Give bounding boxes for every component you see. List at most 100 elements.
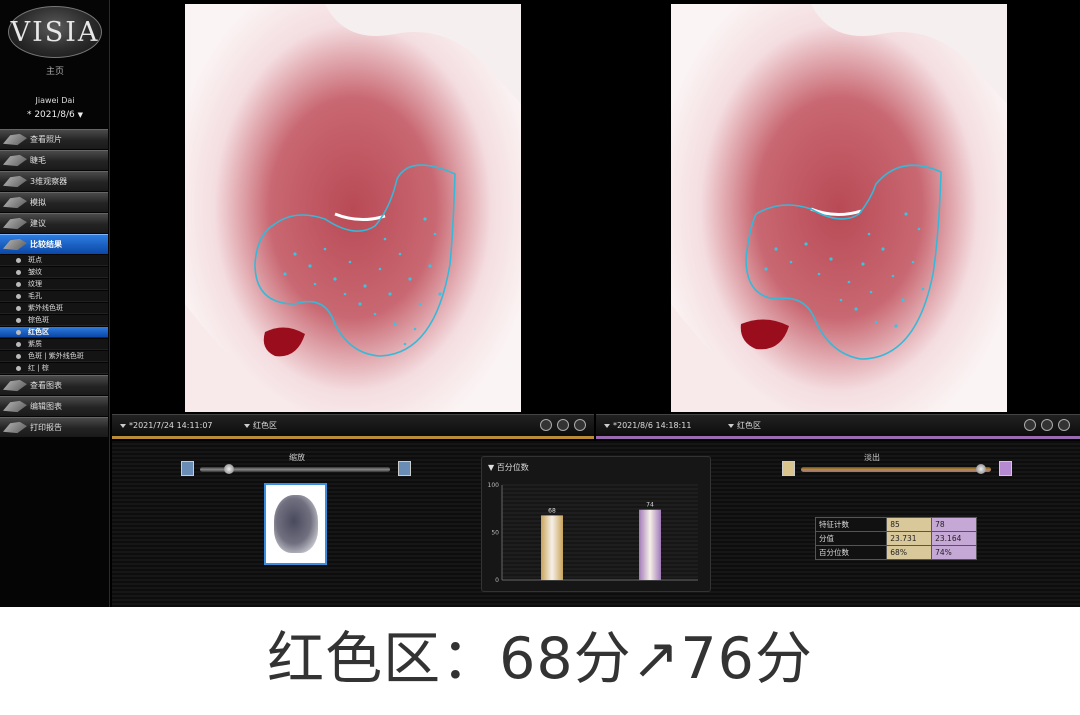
capture-date-select[interactable]: *2021/8/6 14:18:11	[604, 421, 728, 430]
sub-label: 紫外线色斑	[28, 304, 63, 312]
capture-date-select[interactable]: *2021/7/24 14:11:07	[120, 421, 244, 430]
fade-slider[interactable]	[801, 467, 991, 472]
stat-label: 百分位数	[814, 545, 888, 560]
dropdown-arrow-icon	[728, 423, 734, 428]
session-date-select[interactable]: * 2021/8/6 ▼	[0, 110, 110, 120]
visia-logo[interactable]: VISIA	[8, 6, 102, 58]
red-areas-overlay	[185, 4, 521, 412]
nav-label: 建议	[30, 219, 46, 228]
fade-slider-thumb[interactable]	[976, 464, 986, 474]
nav-3d-viewer[interactable]: 3维观察器	[0, 171, 108, 191]
stat-label: 特征计数	[814, 517, 888, 532]
nav-compare-results[interactable]: 比较结果	[0, 234, 108, 254]
view-mode-label: 红色区	[737, 421, 761, 430]
face-image-before[interactable]	[185, 4, 521, 412]
close-icon[interactable]	[1041, 419, 1053, 431]
zoom-in-icon[interactable]	[398, 461, 411, 476]
stat-value-after: 78	[931, 517, 977, 532]
view-mode-select[interactable]: 红色区	[728, 420, 761, 431]
user-name: Jiawei Dai	[35, 96, 75, 105]
nav-label: 3维观察器	[30, 177, 68, 186]
nav-simulation[interactable]: 模拟	[0, 192, 108, 212]
face-thumbnail[interactable]	[264, 483, 327, 565]
toggle-icon[interactable]	[1024, 419, 1036, 431]
stat-label: 分值	[814, 531, 888, 546]
sub-label: 皱纹	[28, 268, 42, 276]
nav-label: 比较结果	[30, 240, 62, 249]
caption: 红色区：68分↗76分	[267, 626, 813, 692]
before-swatch-icon[interactable]	[782, 461, 795, 476]
bullet-icon	[16, 257, 21, 263]
red-areas-overlay	[671, 4, 1007, 412]
bullet-icon	[16, 353, 21, 359]
detected-red-spots	[283, 217, 442, 346]
sub-label: 紫质	[28, 340, 42, 348]
compare-icon	[3, 238, 27, 251]
sub-item-red-areas[interactable]: 红色区	[0, 327, 108, 338]
y-tick-label: 100	[488, 482, 500, 489]
dropdown-arrow-icon	[120, 423, 126, 428]
sub-label: 红色区	[28, 328, 49, 336]
y-tick-label: 50	[491, 530, 499, 537]
visia-window: VISIA 主页 Jiawei Dai * 2021/8/6 ▼ 查看照片 睫毛…	[0, 0, 1080, 607]
chart-icon	[3, 379, 27, 392]
sub-item-wrinkles[interactable]: 皱纹	[0, 267, 108, 278]
close-icon[interactable]	[557, 419, 569, 431]
nav-edit-charts[interactable]: 编辑图表	[0, 396, 108, 416]
sub-label: 纹理	[28, 280, 42, 288]
zoom-slider-thumb[interactable]	[224, 464, 234, 474]
nav-label: 打印报告	[30, 423, 62, 432]
nav-advice[interactable]: 建议	[0, 213, 108, 233]
settings-icon[interactable]	[1058, 419, 1070, 431]
3d-viewer-icon	[3, 175, 27, 188]
face-thumbnail-image	[273, 495, 318, 553]
stat-value-before: 23.731	[886, 531, 933, 546]
y-tick-label: 0	[495, 577, 499, 584]
photo-icon	[3, 133, 27, 146]
sub-item-spots[interactable]: 斑点	[0, 255, 108, 266]
stats-table: 特征计数 85 78 分值 23.731 23.164 百分位数 68% 74%	[814, 517, 977, 560]
nav-label: 模拟	[30, 198, 46, 207]
nav-print-report[interactable]: 打印报告	[0, 417, 108, 437]
stat-value-before: 68%	[886, 545, 933, 560]
bar-value-label: 68	[548, 507, 556, 514]
photo-panel-left: *2021/7/24 14:11:07 红色区	[112, 0, 594, 440]
sub-item-red-brown[interactable]: 红 | 棕	[0, 363, 108, 374]
logo-text: VISIA	[10, 16, 100, 48]
after-swatch-icon[interactable]	[999, 461, 1012, 476]
sub-item-uv-spots[interactable]: 紫外线色斑	[0, 303, 108, 314]
table-row: 特征计数 85 78	[814, 517, 977, 532]
nav-eyelash[interactable]: 睫毛	[0, 150, 108, 170]
bullet-icon	[16, 317, 21, 323]
percentile-chart: ▼ 百分位数 0 50 100 68 74	[481, 456, 711, 592]
settings-icon[interactable]	[574, 419, 586, 431]
chart-bar	[541, 515, 563, 580]
sub-label: 毛孔	[28, 292, 42, 300]
nav-label: 睫毛	[30, 156, 46, 165]
nav-view-photos[interactable]: 查看照片	[0, 129, 108, 149]
view-mode-label: 红色区	[253, 421, 277, 430]
sub-item-pores[interactable]: 毛孔	[0, 291, 108, 302]
face-image-after[interactable]	[671, 4, 1007, 412]
dropdown-arrow-icon	[244, 423, 250, 428]
simulation-icon	[3, 196, 27, 209]
view-mode-select[interactable]: 红色区	[244, 420, 277, 431]
sub-item-spots-uv[interactable]: 色斑 | 紫外线色斑	[0, 351, 108, 362]
toggle-icon[interactable]	[540, 419, 552, 431]
sub-item-porphyrins[interactable]: 紫质	[0, 339, 108, 350]
sub-item-brown-spots[interactable]: 棕色斑	[0, 315, 108, 326]
zoom-out-icon[interactable]	[181, 461, 194, 476]
nav-label: 编辑图表	[30, 402, 62, 411]
home-link[interactable]: 主页	[0, 64, 110, 77]
photo-panel-right: *2021/8/6 14:18:11 红色区	[596, 0, 1080, 440]
stat-value-after: 23.164	[931, 531, 977, 546]
photo-info-bar-left: *2021/7/24 14:11:07 红色区	[112, 414, 594, 436]
nav-view-charts[interactable]: 查看图表	[0, 375, 108, 395]
bullet-icon	[16, 281, 21, 287]
sidebar: VISIA 主页 Jiawei Dai * 2021/8/6 ▼ 查看照片 睫毛…	[0, 0, 110, 607]
table-row: 百分位数 68% 74%	[814, 545, 977, 560]
chart-bar	[639, 509, 661, 580]
capture-date-label: *2021/8/6 14:18:11	[613, 421, 692, 430]
chart-plot: 0 50 100 68 74	[488, 482, 698, 584]
sub-item-texture[interactable]: 纹理	[0, 279, 108, 290]
